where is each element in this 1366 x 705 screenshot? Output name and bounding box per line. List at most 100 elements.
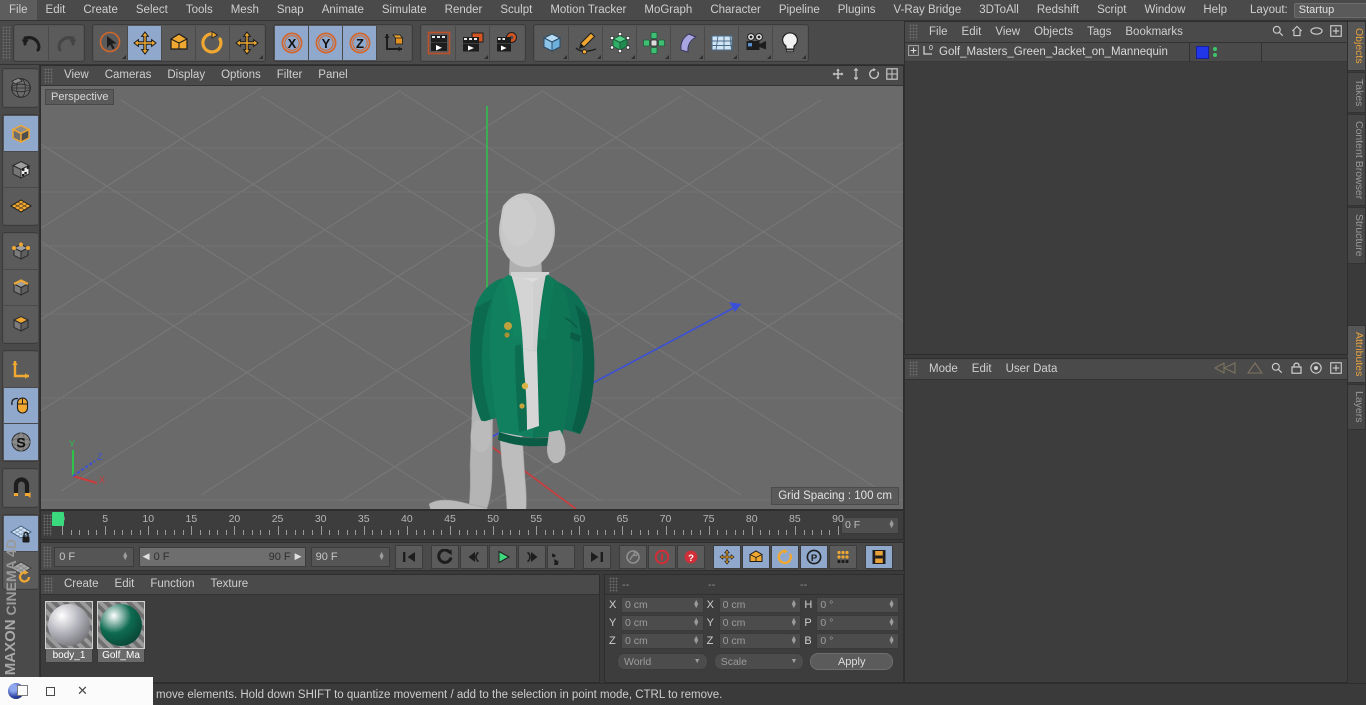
move-view-icon[interactable] — [832, 68, 844, 83]
timeline-frame-field[interactable]: 0 F ▲ ▼ — [841, 516, 899, 534]
object-row[interactable]: 0 Golf_Masters_Green_Jacket_on_Mannequin — [905, 42, 1347, 62]
search-icon[interactable] — [1271, 362, 1283, 377]
current-frame-field[interactable]: 0 F ▲ ▼ — [54, 546, 134, 567]
spinner-icon[interactable]: ▲ ▼ — [122, 551, 129, 562]
spinner-icon[interactable]: ▲ ▼ — [693, 617, 700, 628]
layout-dropdown[interactable]: Startup ▼ — [1293, 2, 1366, 18]
enable-snap-button[interactable] — [3, 470, 38, 506]
viewport-menu-filter[interactable]: Filter — [269, 66, 311, 85]
dock-tab-content-browser[interactable]: Content Browser — [1348, 114, 1366, 207]
go-to-end-button[interactable] — [583, 544, 611, 569]
texture-mode-button[interactable] — [3, 152, 38, 188]
timeline-ruler-bar[interactable]: 051015202530354045505560657075808590 0 F… — [40, 510, 904, 540]
world-object-coord-button[interactable] — [377, 25, 411, 60]
coord-rot-p-field[interactable]: 0 ° ▲ ▼ — [816, 615, 900, 631]
menu-motion-tracker[interactable]: Motion Tracker — [541, 0, 635, 20]
add-deformer-button[interactable] — [671, 25, 705, 60]
spinner-icon[interactable]: ▲ ▼ — [693, 635, 700, 646]
dock-tab-takes[interactable]: Takes — [1348, 71, 1366, 114]
dock-tab-objects[interactable]: Objects — [1348, 21, 1366, 71]
coord-rot-b-field[interactable]: 0 ° ▲ ▼ — [816, 633, 900, 649]
polygons-mode-button[interactable] — [3, 306, 38, 342]
object-menu-objects[interactable]: Objects — [1027, 22, 1080, 42]
spinner-icon[interactable]: ▲ ▼ — [790, 617, 797, 628]
coord-system-dropdown[interactable]: World ▼ — [617, 653, 708, 670]
menu-sculpt[interactable]: Sculpt — [491, 0, 541, 20]
play-button[interactable] — [489, 544, 517, 569]
viewport-menu-view[interactable]: View — [56, 66, 97, 85]
menu-snap[interactable]: Snap — [268, 0, 313, 20]
go-to-start-button[interactable] — [395, 544, 423, 569]
point-level-animation-button[interactable] — [829, 544, 857, 569]
menu-render[interactable]: Render — [436, 0, 492, 20]
render-view-button[interactable] — [422, 25, 456, 60]
spinner-icon[interactable]: ▲ ▼ — [888, 599, 895, 610]
dock-tab-layers[interactable]: Layers — [1348, 384, 1366, 430]
menu-pipeline[interactable]: Pipeline — [770, 0, 829, 20]
object-tree[interactable]: 0 Golf_Masters_Green_Jacket_on_Mannequin — [905, 42, 1347, 62]
coord-rot-h-field[interactable]: 0 ° ▲ ▼ — [816, 597, 900, 613]
menu-redshift[interactable]: Redshift — [1028, 0, 1088, 20]
dock-tab-attributes[interactable]: Attributes — [1348, 324, 1366, 384]
material-thumbnail[interactable] — [45, 601, 93, 649]
menu-window[interactable]: Window — [1135, 0, 1194, 20]
close-button[interactable]: ✕ — [77, 683, 88, 699]
perspective-viewport[interactable]: View Cameras Display Options Filter Panel Per… — [40, 65, 904, 510]
coord-size-y-field[interactable]: 0 cm ▲ ▼ — [718, 615, 802, 631]
add-spline-button[interactable] — [569, 25, 603, 60]
add-generator-button[interactable] — [603, 25, 637, 60]
rotate-tool[interactable] — [196, 25, 230, 60]
spinner-icon[interactable]: ▲ ▼ — [790, 599, 797, 610]
workplane-mode-button[interactable]: S — [3, 424, 38, 460]
fullscreen-icon[interactable] — [1330, 361, 1342, 377]
size-mode-dropdown[interactable]: Scale ▼ — [713, 653, 805, 670]
object-menu-edit[interactable]: Edit — [955, 22, 989, 42]
visibility-dots-icon[interactable] — [1213, 47, 1217, 57]
rotation-key-button[interactable] — [771, 544, 799, 569]
record-active-objects-button[interactable] — [619, 544, 647, 569]
attribute-manager-grip[interactable] — [909, 361, 918, 377]
material-menu-edit[interactable]: Edit — [107, 575, 143, 594]
edges-mode-button[interactable] — [3, 270, 38, 306]
coord-pos-y-field[interactable]: 0 cm ▲ ▼ — [621, 615, 704, 631]
step-back-keyframe-button[interactable] — [431, 544, 459, 569]
add-cube-button[interactable] — [535, 25, 569, 60]
scale-tool[interactable] — [162, 25, 196, 60]
coord-pos-x-field[interactable]: 0 cm ▲ ▼ — [621, 597, 704, 613]
menu-plugins[interactable]: Plugins — [829, 0, 885, 20]
viewport-menu-cameras[interactable]: Cameras — [97, 66, 160, 85]
model-mode-button[interactable] — [3, 116, 38, 152]
add-camera-button[interactable] — [739, 25, 773, 60]
object-manager-grip[interactable] — [909, 24, 918, 40]
apply-button[interactable]: Apply — [810, 653, 893, 670]
spinner-icon[interactable]: ▲ ▼ — [888, 519, 895, 530]
material-thumbnail[interactable] — [97, 601, 145, 649]
lock-x-axis-button[interactable]: X — [275, 25, 309, 60]
param-key-button[interactable]: P — [800, 544, 828, 569]
viewport-menu-panel[interactable]: Panel — [310, 66, 355, 85]
range-right-arrow-icon[interactable]: ▶ — [295, 551, 302, 562]
rotate-view-icon[interactable] — [868, 68, 880, 83]
texture-tag-icon[interactable] — [1196, 45, 1209, 59]
spinner-icon[interactable]: ▲ ▼ — [378, 551, 385, 562]
render-settings-button[interactable] — [490, 25, 524, 60]
material-menu-function[interactable]: Function — [142, 575, 202, 594]
add-scene-object-button[interactable] — [705, 25, 739, 60]
search-icon[interactable] — [1272, 25, 1284, 40]
scale-view-icon[interactable] — [850, 68, 862, 83]
menu-script[interactable]: Script — [1088, 0, 1135, 20]
viewport-canvas[interactable]: Perspective Y X Z Grid Spacing: 100 cm — [41, 86, 903, 509]
add-light-button[interactable] — [773, 25, 807, 60]
object-menu-bookmarks[interactable]: Bookmarks — [1118, 22, 1190, 42]
live-selection-tool[interactable] — [94, 25, 128, 60]
position-key-button[interactable] — [713, 544, 741, 569]
transform-tool[interactable] — [230, 25, 264, 60]
nav-back-icon[interactable] — [1213, 361, 1239, 377]
viewport-menu-options[interactable]: Options — [213, 66, 269, 85]
spinner-icon[interactable]: ▲ ▼ — [888, 617, 895, 628]
dock-tab-structure[interactable]: Structure — [1348, 207, 1366, 264]
menu-edit[interactable]: Edit — [37, 0, 75, 20]
target-icon[interactable] — [1310, 361, 1322, 377]
object-axis-mode-button[interactable] — [3, 352, 38, 388]
object-menu-file[interactable]: File — [922, 22, 955, 42]
